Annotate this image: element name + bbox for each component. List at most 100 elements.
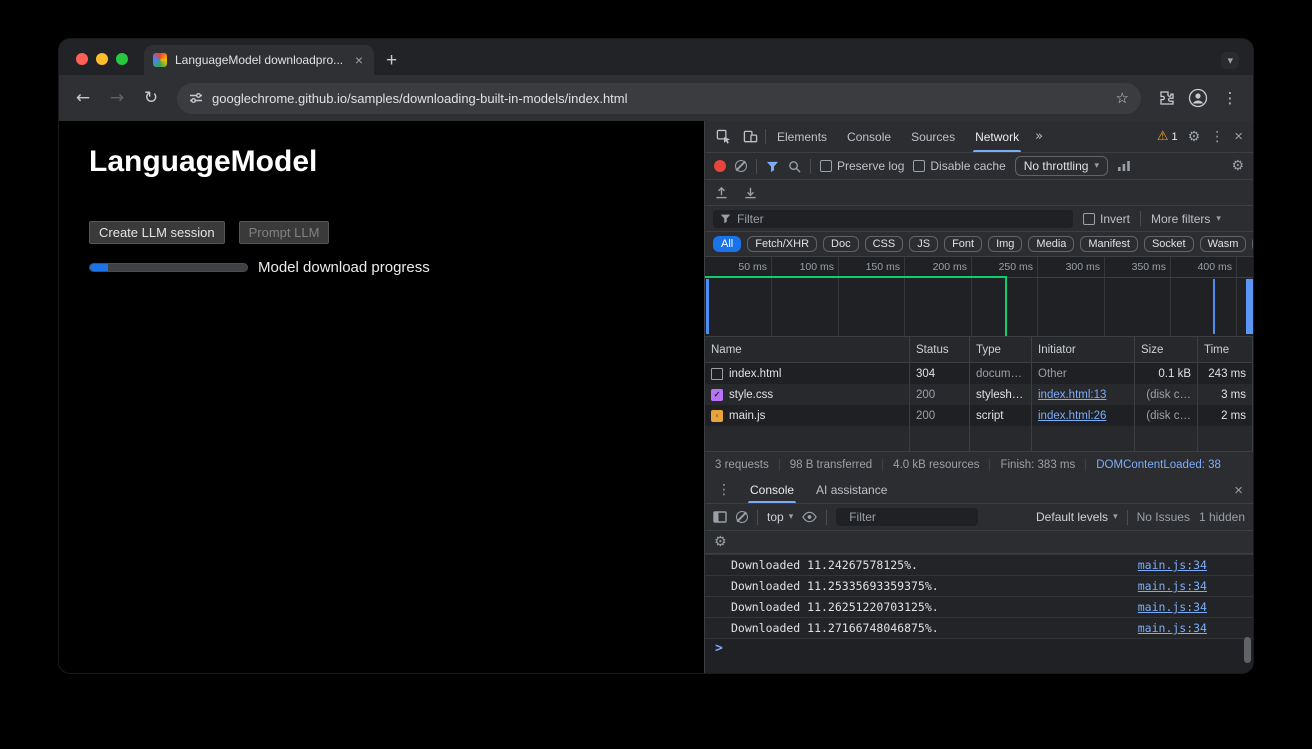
tab-close-icon[interactable]: × xyxy=(353,53,365,67)
prompt-llm-button[interactable]: Prompt LLM xyxy=(239,221,330,244)
column-header-type[interactable]: Type xyxy=(970,337,1032,362)
chip-other[interactable]: Other xyxy=(1252,236,1253,252)
chip-css[interactable]: CSS xyxy=(865,236,904,252)
create-llm-session-button[interactable]: Create LLM session xyxy=(89,221,225,244)
chip-manifest[interactable]: Manifest xyxy=(1080,236,1138,252)
device-toolbar-icon[interactable] xyxy=(738,129,763,144)
console-message[interactable]: Downloaded 11.25335693359375%. main.js:3… xyxy=(705,576,1253,597)
message-source-link[interactable]: main.js:34 xyxy=(1138,621,1207,635)
console-settings-row: ⚙ xyxy=(705,531,1253,554)
message-source-link[interactable]: main.js:34 xyxy=(1138,558,1207,572)
table-row[interactable]: ✓style.css 200 stylesh… index.html:13 (d… xyxy=(705,384,1253,405)
tab-sources[interactable]: Sources xyxy=(902,121,964,152)
initiator-link[interactable]: index.html:26 xyxy=(1038,410,1106,422)
fullscreen-window-button[interactable] xyxy=(116,53,128,65)
console-message[interactable]: Downloaded 11.27166748046875%. main.js:3… xyxy=(705,618,1253,639)
network-overview-timeline[interactable]: 50 ms 100 ms 150 ms 200 ms 250 ms 300 ms… xyxy=(705,257,1253,337)
bookmark-star-icon[interactable]: ☆ xyxy=(1116,89,1129,107)
drawer-tab-ai-assistance[interactable]: AI assistance xyxy=(807,477,896,503)
preserve-log-checkbox[interactable]: Preserve log xyxy=(820,159,904,173)
chip-media[interactable]: Media xyxy=(1028,236,1074,252)
profile-avatar-icon[interactable] xyxy=(1185,85,1211,111)
export-har-icon[interactable] xyxy=(744,186,757,199)
devtools-menu-icon[interactable]: ⋮ xyxy=(1210,129,1224,145)
disable-cache-checkbox[interactable]: Disable cache xyxy=(913,159,1005,173)
tab-title: LanguageModel downloadpro... xyxy=(175,53,345,67)
tab-network[interactable]: Network xyxy=(966,121,1028,152)
tab-console[interactable]: Console xyxy=(838,121,900,152)
network-filter-input-box[interactable] xyxy=(713,210,1073,228)
chip-font[interactable]: Font xyxy=(944,236,982,252)
devtools-tabbar-right: ⚠1 ⚙ ⋮ × xyxy=(1157,128,1247,145)
console-prompt[interactable]: > xyxy=(705,638,1253,658)
chip-fetch-xhr[interactable]: Fetch/XHR xyxy=(747,236,817,252)
log-levels-select[interactable]: Default levels ▾ xyxy=(1036,510,1118,524)
extensions-icon[interactable] xyxy=(1153,85,1179,111)
browser-tab[interactable]: LanguageModel downloadpro... × xyxy=(144,45,374,75)
table-row[interactable]: ◦main.js 200 script index.html:26 (disk … xyxy=(705,405,1253,426)
chip-img[interactable]: Img xyxy=(988,236,1022,252)
warning-indicator[interactable]: ⚠1 xyxy=(1157,129,1178,144)
console-filter-input[interactable] xyxy=(849,510,1004,524)
chip-wasm[interactable]: Wasm xyxy=(1200,236,1247,252)
back-button[interactable]: ← xyxy=(69,84,97,112)
reload-button[interactable]: ↻ xyxy=(137,84,165,112)
chip-socket[interactable]: Socket xyxy=(1144,236,1194,252)
chip-all[interactable]: All xyxy=(713,236,741,252)
column-header-status[interactable]: Status xyxy=(910,337,970,362)
divider xyxy=(757,510,758,525)
chip-js[interactable]: JS xyxy=(909,236,938,252)
console-message[interactable]: Downloaded 11.24267578125%. main.js:34 xyxy=(705,555,1253,576)
close-window-button[interactable] xyxy=(76,53,88,65)
forward-button[interactable]: → xyxy=(103,84,131,112)
network-filter-input[interactable] xyxy=(737,212,1066,226)
network-conditions-icon[interactable] xyxy=(1117,160,1131,172)
search-icon[interactable] xyxy=(788,160,801,173)
invert-checkbox[interactable]: Invert xyxy=(1083,212,1130,226)
column-header-name[interactable]: Name xyxy=(705,337,910,362)
clear-network-log-icon[interactable] xyxy=(735,160,747,172)
summary-transferred: 98 B transferred xyxy=(779,459,882,471)
hidden-messages-count[interactable]: 1 hidden xyxy=(1199,510,1245,524)
console-sidebar-icon[interactable] xyxy=(713,511,727,523)
chip-doc[interactable]: Doc xyxy=(823,236,859,252)
clear-console-icon[interactable] xyxy=(736,511,748,523)
tab-elements[interactable]: Elements xyxy=(768,121,836,152)
live-expression-eye-icon[interactable] xyxy=(802,511,817,523)
filter-toggle-icon[interactable] xyxy=(766,160,779,173)
site-settings-icon[interactable] xyxy=(189,91,203,105)
message-source-link[interactable]: main.js:34 xyxy=(1138,579,1207,593)
devtools-close-icon[interactable]: × xyxy=(1234,128,1243,145)
import-har-icon[interactable] xyxy=(715,186,728,199)
issues-counter[interactable]: No Issues xyxy=(1137,510,1190,524)
tab-search-chevron-icon[interactable]: ▾ xyxy=(1221,52,1239,69)
throttling-select[interactable]: No throttling ▾ xyxy=(1015,156,1108,176)
new-tab-button[interactable]: + xyxy=(386,51,397,70)
more-tabs-icon[interactable]: » xyxy=(1030,129,1048,144)
record-network-log-icon[interactable] xyxy=(714,160,726,172)
network-settings-icon[interactable]: ⚙ xyxy=(1231,158,1244,174)
drawer-menu-icon[interactable]: ⋮ xyxy=(711,482,737,498)
browser-menu-icon[interactable]: ⋮ xyxy=(1217,85,1243,111)
drawer-close-icon[interactable]: × xyxy=(1234,482,1243,499)
devtools-settings-icon[interactable]: ⚙ xyxy=(1188,129,1201,145)
console-filter-box[interactable] xyxy=(836,508,978,526)
table-row[interactable]: index.html 304 docum… Other 0.1 kB 243 m… xyxy=(705,363,1253,384)
column-header-initiator[interactable]: Initiator xyxy=(1032,337,1135,362)
column-header-time[interactable]: Time xyxy=(1198,337,1253,362)
drawer-tab-console[interactable]: Console xyxy=(741,477,803,503)
message-source-link[interactable]: main.js:34 xyxy=(1138,600,1207,614)
context-selector[interactable]: top ▾ xyxy=(767,510,793,524)
initiator-link[interactable]: index.html:13 xyxy=(1038,389,1106,401)
console-settings-icon[interactable]: ⚙ xyxy=(714,534,727,550)
console-scrollbar-thumb[interactable] xyxy=(1244,637,1251,663)
more-filters-button[interactable]: More filters ▾ xyxy=(1151,212,1221,226)
time-tick: 250 ms xyxy=(979,261,1033,273)
page-title: LanguageModel xyxy=(89,145,317,179)
console-message[interactable]: Downloaded 11.26251220703125%. main.js:3… xyxy=(705,597,1253,618)
prompt-chevron-icon: > xyxy=(715,641,723,656)
address-bar[interactable]: googlechrome.github.io/samples/downloadi… xyxy=(177,83,1141,114)
inspect-element-icon[interactable] xyxy=(711,129,736,144)
column-header-size[interactable]: Size xyxy=(1135,337,1198,362)
minimize-window-button[interactable] xyxy=(96,53,108,65)
